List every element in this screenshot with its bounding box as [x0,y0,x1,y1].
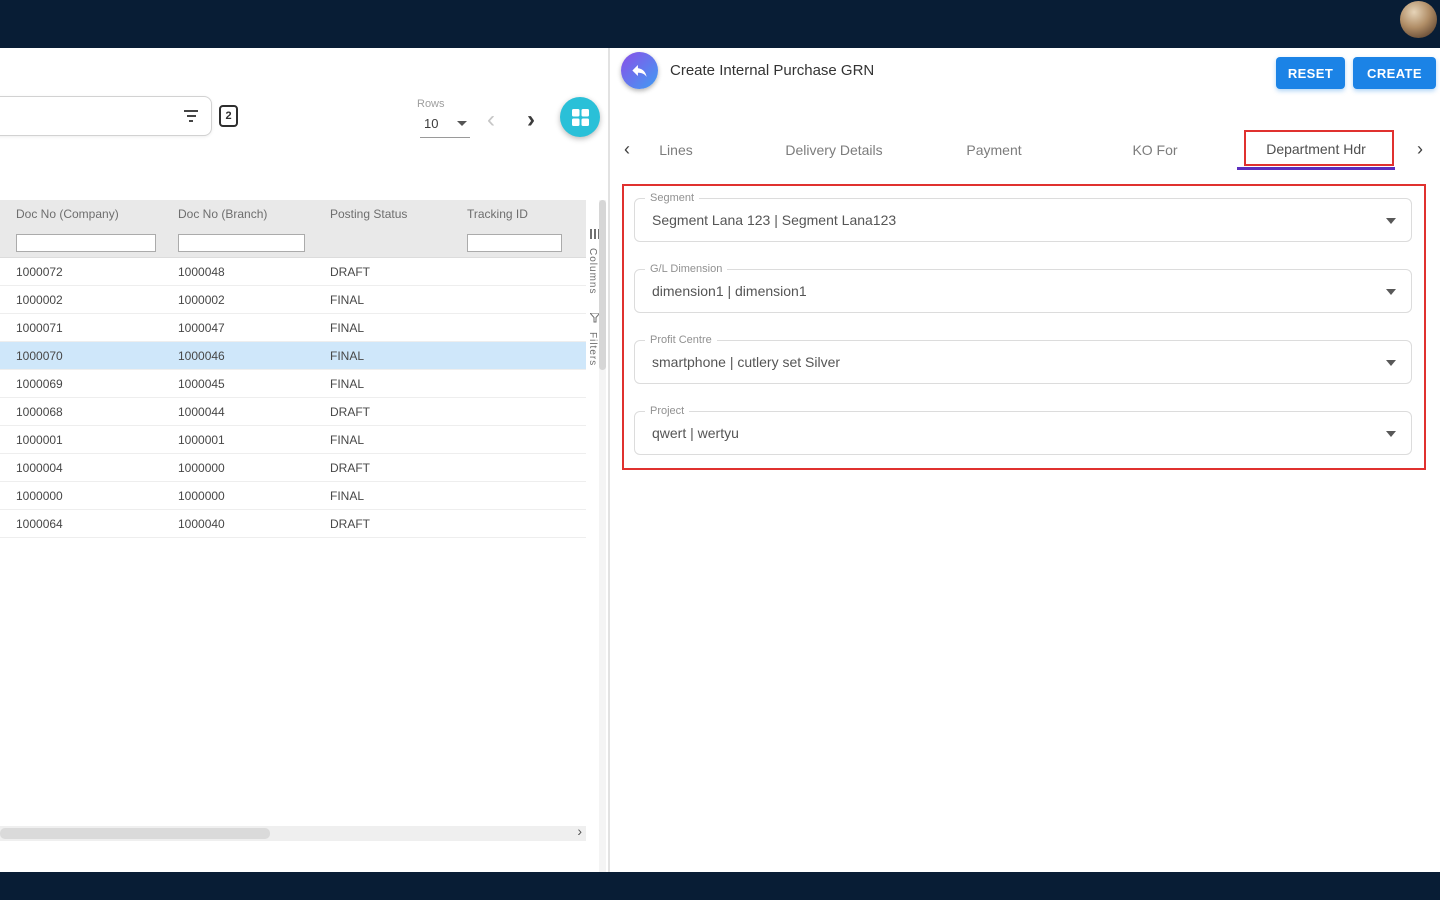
back-arrow-icon [630,61,649,80]
cell-doc-branch: 1000000 [162,489,314,503]
chevron-down-icon [457,121,467,126]
segment-value: Segment Lana 123 | Segment Lana123 [652,199,896,242]
cell-doc-company: 1000072 [0,265,162,279]
cell-doc-company: 1000069 [0,377,162,391]
column-header-doc-company[interactable]: Doc No (Company) [0,207,162,221]
reset-button[interactable]: RESET [1276,57,1345,89]
cell-posting-status: DRAFT [314,405,451,419]
tab-lines[interactable]: Lines [597,130,755,170]
cell-doc-branch: 1000002 [162,293,314,307]
project-value: qwert | wertyu [652,412,739,455]
back-button[interactable] [621,52,658,89]
document-list-panel: 2 Rows 10 ‹ › Doc No (Company) Doc No (B… [0,48,608,872]
chevron-down-icon [1386,431,1396,437]
cell-posting-status: FINAL [314,489,451,503]
cell-doc-company: 1000064 [0,517,162,531]
pagination-prev-button[interactable]: ‹ [487,106,495,134]
table-filter-row [0,228,586,258]
document-2-icon[interactable]: 2 [219,105,238,127]
page-title: Create Internal Purchase GRN [670,62,874,79]
chevron-down-icon [1386,289,1396,295]
scroll-right-arrow[interactable]: › [577,823,582,839]
gl-dimension-value: dimension1 | dimension1 [652,270,807,313]
cell-posting-status: FINAL [314,321,451,335]
profit-centre-select[interactable]: Profit Centre smartphone | cutlery set S… [634,340,1412,384]
tabs-scroll-right-button[interactable]: › [1417,130,1423,170]
rows-per-page-value: 10 [424,116,438,131]
grid-view-button[interactable] [560,97,600,137]
cell-doc-branch: 1000000 [162,461,314,475]
filter-input-doc-branch[interactable] [178,234,305,252]
top-navbar [0,0,1440,48]
cell-doc-branch: 1000048 [162,265,314,279]
rows-per-page-select[interactable]: 10 [420,112,470,138]
tab-department-hdr[interactable]: Department Hdr [1237,130,1395,170]
filter-input-tracking-id[interactable] [467,234,562,252]
cell-posting-status: FINAL [314,377,451,391]
table-row[interactable]: 1000071 1000047 FINAL [0,314,586,342]
table-row[interactable]: 1000000 1000000 FINAL [0,482,586,510]
tab-payment[interactable]: Payment [915,130,1073,170]
cell-doc-branch: 1000044 [162,405,314,419]
cell-doc-branch: 1000046 [162,349,314,363]
column-header-posting-status[interactable]: Posting Status [314,207,451,221]
table-row-selected[interactable]: 1000070 1000046 FINAL [0,342,586,370]
vertical-scrollbar-thumb[interactable] [599,200,606,370]
profit-centre-value: smartphone | cutlery set Silver [652,341,840,384]
filter-input-doc-company[interactable] [16,234,156,252]
column-header-doc-branch[interactable]: Doc No (Branch) [162,207,314,221]
cell-doc-company: 1000071 [0,321,162,335]
table-header-row: Doc No (Company) Doc No (Branch) Posting… [0,200,586,228]
cell-doc-company: 1000001 [0,433,162,447]
cell-posting-status: DRAFT [314,461,451,475]
tab-delivery-details[interactable]: Delivery Details [755,130,913,170]
table-row[interactable]: 1000068 1000044 DRAFT [0,398,586,426]
gl-dimension-select[interactable]: G/L Dimension dimension1 | dimension1 [634,269,1412,313]
horizontal-scrollbar-thumb[interactable] [0,828,270,839]
rows-per-page-label: Rows [417,98,445,110]
documents-table: Doc No (Company) Doc No (Branch) Posting… [0,200,586,538]
cell-doc-company: 1000002 [0,293,162,307]
table-row[interactable]: 1000002 1000002 FINAL [0,286,586,314]
cell-doc-branch: 1000045 [162,377,314,391]
cell-doc-branch: 1000047 [162,321,314,335]
create-grn-panel: Create Internal Purchase GRN RESET CREAT… [610,48,1440,872]
horizontal-scrollbar[interactable]: › [0,826,586,841]
cell-doc-branch: 1000040 [162,517,314,531]
cell-doc-company: 1000000 [0,489,162,503]
column-header-tracking-id[interactable]: Tracking ID [451,207,586,221]
cell-posting-status: DRAFT [314,517,451,531]
segment-select[interactable]: Segment Segment Lana 123 | Segment Lana1… [634,198,1412,242]
columns-tool-label: Columns [587,248,598,294]
cell-doc-branch: 1000001 [162,433,314,447]
bottom-navbar [0,872,1440,900]
filters-tool-label: Filters [587,332,598,366]
vertical-scrollbar[interactable] [599,200,606,876]
cell-posting-status: FINAL [314,433,451,447]
cell-doc-company: 1000004 [0,461,162,475]
search-input[interactable] [0,96,212,136]
project-select[interactable]: Project qwert | wertyu [634,411,1412,455]
table-row[interactable]: 1000064 1000040 DRAFT [0,510,586,538]
cell-doc-company: 1000070 [0,349,162,363]
filter-list-icon[interactable] [184,110,198,122]
cell-posting-status: FINAL [314,349,451,363]
view-module-icon [572,109,589,126]
cell-posting-status: FINAL [314,293,451,307]
cell-posting-status: DRAFT [314,265,451,279]
table-row[interactable]: 1000069 1000045 FINAL [0,370,586,398]
table-row[interactable]: 1000004 1000000 DRAFT [0,454,586,482]
chevron-down-icon [1386,218,1396,224]
create-button[interactable]: CREATE [1353,57,1436,89]
user-avatar[interactable] [1400,1,1437,38]
table-row[interactable]: 1000072 1000048 DRAFT [0,258,586,286]
pagination-next-button[interactable]: › [527,106,535,134]
tab-ko-for[interactable]: KO For [1076,130,1234,170]
chevron-down-icon [1386,360,1396,366]
cell-doc-company: 1000068 [0,405,162,419]
table-row[interactable]: 1000001 1000001 FINAL [0,426,586,454]
